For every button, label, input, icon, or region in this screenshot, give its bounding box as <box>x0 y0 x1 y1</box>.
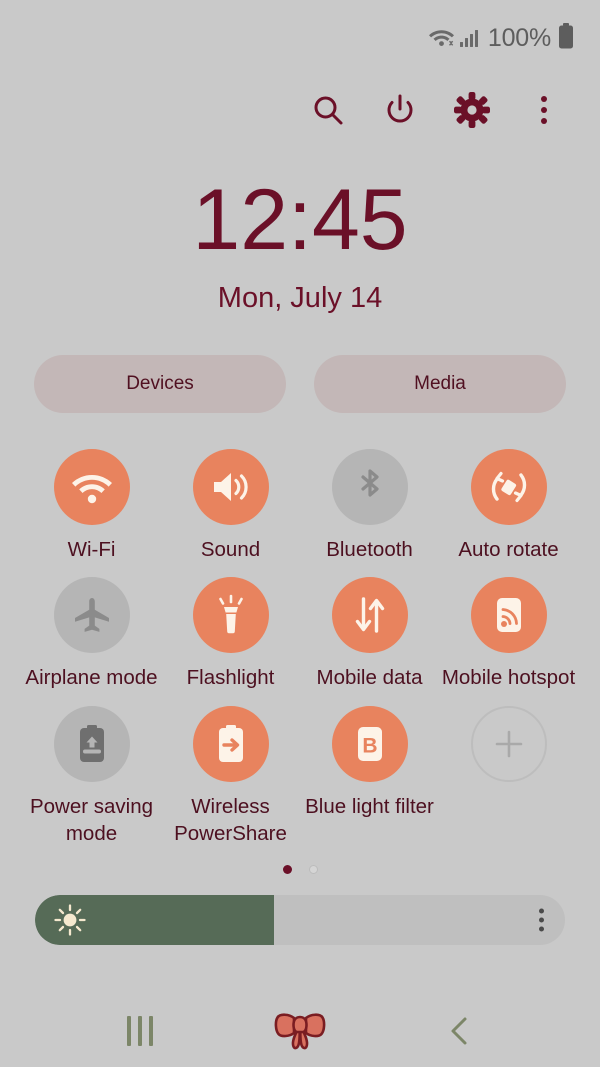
quick-tile-auto-rotate[interactable]: Auto rotate <box>439 435 578 563</box>
shortcut-row: Devices Media <box>0 354 600 413</box>
bow-home-icon[interactable] <box>264 1001 336 1061</box>
quick-tile-flashlight[interactable]: Flashlight <box>161 563 300 691</box>
auto-rotate-icon <box>470 448 547 525</box>
add-tile-icon <box>470 705 547 782</box>
quick-tile-label: Wi-Fi <box>67 537 116 561</box>
quick-tile-label: Bluetooth <box>326 537 413 561</box>
quick-tile-label: Mobile data <box>316 666 423 690</box>
bluetooth-icon <box>331 448 408 525</box>
quick-settings-grid: Wi-Fi Sound Bluetooth Auto rotate Airpla… <box>0 435 600 848</box>
page-dot-inactive[interactable] <box>308 865 318 875</box>
navigation-bar <box>0 995 600 1067</box>
sound-icon <box>192 448 269 525</box>
clock-area: 12:45 Mon, July 14 <box>0 177 600 315</box>
quick-tile-mobile-data[interactable]: Mobile data <box>300 563 439 691</box>
quick-tile-label: Airplane mode <box>25 666 158 690</box>
quick-tile-label: Blue light filter <box>305 794 434 818</box>
quick-tile-airplane-mode[interactable]: Airplane mode <box>22 563 161 691</box>
quick-tile-sound[interactable]: Sound <box>161 435 300 563</box>
cellular-signal-icon <box>459 29 478 47</box>
quick-tile-blue-light-filter[interactable]: B Blue light filter <box>300 692 439 848</box>
quick-tile-mobile-hotspot[interactable]: Mobile hotspot <box>439 563 578 691</box>
brightness-slider-row <box>0 894 600 945</box>
quick-tile-label: Power saving mode <box>29 794 154 846</box>
page-indicator <box>0 862 600 878</box>
wifi-icon <box>53 448 130 525</box>
recents-icon[interactable] <box>104 1001 176 1061</box>
search-icon[interactable] <box>308 90 348 130</box>
battery-full-icon <box>558 22 574 54</box>
quick-tile-label: Auto rotate <box>458 537 559 561</box>
power-icon[interactable] <box>380 90 420 130</box>
clock-date[interactable]: Mon, July 14 <box>0 282 600 315</box>
back-chevron-icon[interactable] <box>424 1001 496 1061</box>
page-dot-active[interactable] <box>282 865 292 875</box>
flashlight-icon <box>192 577 269 654</box>
power-saving-icon <box>53 705 130 782</box>
quick-tile-label: Flashlight <box>186 666 275 690</box>
airplane-icon <box>53 577 130 654</box>
quick-tile-wireless-powershare[interactable]: Wireless PowerShare <box>161 692 300 848</box>
brightness-sun-icon <box>53 903 87 937</box>
devices-button[interactable]: Devices <box>34 354 286 413</box>
quick-tile-bluetooth[interactable]: Bluetooth <box>300 435 439 563</box>
more-options-icon[interactable] <box>524 90 564 130</box>
battery-percent-label: 100% <box>487 23 551 52</box>
clock-time[interactable]: 12:45 <box>0 177 600 263</box>
recents-bars <box>127 1016 153 1046</box>
quick-tile-label: Mobile hotspot <box>441 666 576 690</box>
wireless-powershare-icon <box>192 705 269 782</box>
mobile-hotspot-icon <box>470 577 547 654</box>
quick-tile-add[interactable] <box>439 692 578 848</box>
blue-light-filter-icon: B <box>331 705 408 782</box>
mobile-data-icon <box>331 577 408 654</box>
svg-text:B: B <box>362 734 377 757</box>
kebab-dots <box>541 96 547 124</box>
status-bar: 100% <box>0 0 600 76</box>
quick-tile-wifi[interactable]: Wi-Fi <box>22 435 161 563</box>
wifi-icon <box>428 26 455 51</box>
media-button[interactable]: Media <box>314 354 566 413</box>
quick-panel-toolbar <box>0 76 600 138</box>
quick-tile-label: Sound <box>200 537 261 561</box>
status-bar-icons: 100% <box>428 22 574 54</box>
brightness-slider[interactable] <box>35 894 565 945</box>
quick-tile-power-saving-mode[interactable]: Power saving mode <box>22 692 161 848</box>
slider-more-options-icon[interactable] <box>539 908 544 932</box>
settings-gear-icon[interactable] <box>452 90 492 130</box>
quick-tile-label: Wireless PowerShare <box>174 794 287 846</box>
